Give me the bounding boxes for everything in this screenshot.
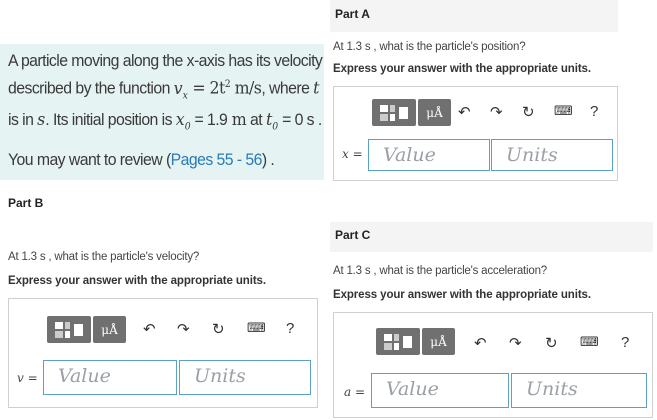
text: You may want to review ( [8, 150, 171, 169]
problem-line-2: described by the function vx = 2t2 m/s, … [8, 73, 320, 108]
problem-statement: A particle moving along the x-axis has i… [0, 44, 324, 180]
part-a-answer-box: μÅ ↶ ↷ ↻ ⌨ ? x = Value Units [333, 86, 618, 181]
part-c-var-label: a = [344, 385, 366, 399]
templates-button[interactable] [372, 99, 416, 126]
part-a-header[interactable]: Part A [330, 0, 618, 32]
templates-icon [55, 321, 83, 338]
text: at [246, 110, 263, 130]
t0-var: t0 [265, 110, 279, 133]
undo-icon[interactable]: ↶ [143, 320, 156, 338]
redo-icon[interactable]: ↷ [509, 334, 522, 352]
review-line: You may want to review (Pages 55 - 56) . [8, 150, 275, 170]
part-a-instruction: Express your answer with the appropriate… [333, 63, 591, 75]
pages-link[interactable]: Pages 55 - 56 [171, 150, 263, 169]
help-icon[interactable]: ? [286, 320, 294, 337]
templates-icon [384, 333, 412, 350]
reset-icon[interactable]: ↻ [212, 320, 225, 338]
text: ) . [261, 150, 275, 169]
part-b-answer-box: μÅ ↶ ↷ ↻ ⌨ ? v = Value Units [8, 298, 318, 408]
part-a-var-label: x = [342, 147, 363, 161]
text: is in [8, 110, 34, 130]
reset-icon[interactable]: ↻ [545, 334, 558, 352]
keyboard-icon[interactable]: ⌨ [580, 335, 599, 350]
units-button[interactable]: μÅ [422, 328, 455, 355]
part-a-toolbar: μÅ [372, 99, 451, 126]
part-c-instruction: Express your answer with the appropriate… [333, 289, 591, 301]
part-c-value-input[interactable]: Value [371, 373, 509, 408]
text: = 1.9 [190, 110, 228, 130]
problem-line-3: is in s. Its initial position is x0 = 1.… [8, 108, 322, 139]
expr: = 2t [187, 78, 225, 99]
part-c-units-input[interactable]: Units [511, 373, 647, 408]
part-a-question: At 1.3 s , what is the particle's positi… [333, 41, 526, 53]
units-button[interactable]: μÅ [418, 99, 451, 126]
text: . Its initial position is [45, 110, 172, 130]
redo-icon[interactable]: ↷ [490, 103, 503, 121]
velocity-var: vx [173, 78, 188, 102]
units-button[interactable]: μÅ [93, 316, 126, 343]
text: , where [261, 78, 310, 98]
part-b-toolbar: μÅ [47, 316, 126, 343]
part-c-answer-box: μÅ ↶ ↷ ↻ ⌨ ? a = Value Units [333, 312, 653, 418]
part-a-units-input[interactable]: Units [491, 139, 613, 171]
part-b-header[interactable]: Part B [8, 196, 43, 210]
reset-icon[interactable]: ↻ [522, 103, 535, 121]
part-b-var-label: v = [17, 371, 38, 385]
keyboard-icon[interactable]: ⌨ [554, 104, 573, 119]
text: described by the function [8, 78, 170, 98]
templates-button[interactable] [376, 328, 420, 355]
undo-icon[interactable]: ↶ [474, 334, 487, 352]
keyboard-icon[interactable]: ⌨ [247, 321, 266, 336]
part-c-question: At 1.3 s , what is the particle's accele… [333, 265, 547, 277]
x0-var: x0 [175, 110, 191, 133]
undo-icon[interactable]: ↶ [458, 103, 471, 121]
templates-button[interactable] [47, 316, 91, 343]
text: = 0 s . [278, 110, 322, 130]
help-icon[interactable]: ? [621, 334, 629, 351]
help-icon[interactable]: ? [590, 103, 598, 120]
t-var: t [313, 78, 320, 99]
part-b-value-input[interactable]: Value [43, 360, 177, 395]
templates-icon [380, 104, 408, 121]
part-c-header[interactable]: Part C [330, 222, 653, 252]
redo-icon[interactable]: ↷ [177, 320, 190, 338]
problem-text: A particle moving along the x-axis has i… [8, 49, 323, 139]
part-b-units-input[interactable]: Units [179, 360, 311, 395]
part-b-instruction: Express your answer with the appropriate… [8, 275, 266, 287]
s-var: s [37, 110, 46, 131]
problem-line-1: A particle moving along the x-axis has i… [8, 51, 323, 70]
unit: m/s [230, 78, 262, 99]
part-c-toolbar: μÅ [376, 328, 455, 355]
part-a-value-input[interactable]: Value [368, 139, 490, 171]
unit: m [227, 110, 247, 131]
part-b-question: At 1.3 s , what is the particle's veloci… [8, 251, 200, 263]
